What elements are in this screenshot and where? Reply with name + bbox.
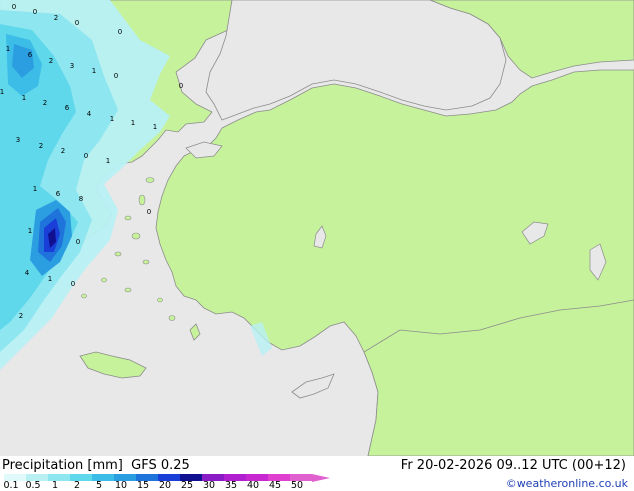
precip-value: 1 [33,185,37,193]
precip-value: 2 [19,312,23,320]
precip-value: 1 [48,275,52,283]
precip-value: 1 [6,45,10,53]
precip-value: 1 [110,115,114,123]
precip-value: 2 [54,14,58,22]
precip-value: 3 [70,62,74,70]
precip-value: 1 [131,119,135,127]
precip-value: 0 [71,280,75,288]
credit-link[interactable]: ©weatheronline.co.uk [506,477,628,490]
precip-value: 0 [179,82,183,90]
precip-value: 1 [22,94,26,102]
precip-value: 1 [153,123,157,131]
map-title: Precipitation [mm] GFS 0.25 [2,458,190,473]
precip-value: 0 [33,8,37,16]
precip-value: 0 [114,72,118,80]
precip-value: 1 [92,67,96,75]
valid-time: Fr 20-02-2026 09..12 UTC (00+12) [400,458,626,473]
precip-value: 4 [87,110,92,118]
precip-value: 2 [39,142,43,150]
precip-value: 2 [49,57,53,65]
precip-value: 1 [28,227,32,235]
precip-value: 6 [65,104,70,112]
precip-value: 0 [12,3,16,11]
precip-value: 0 [147,208,151,216]
precip-value: 2 [43,99,47,107]
precip-value: 6 [28,51,33,59]
precip-value: 1 [0,88,4,96]
precipitation-map: 002001623100112641 1 1322011680014102 [0,0,634,456]
precip-value: 0 [76,238,80,246]
precip-value: 0 [84,152,88,160]
precip-value: 0 [75,19,79,27]
precip-value: 1 [106,157,110,165]
footer: Precipitation [mm] GFS 0.25 Fr 20-02-202… [0,456,634,491]
precip-value: 6 [56,190,61,198]
precip-value: 0 [118,28,122,36]
precip-value: 4 [25,269,30,277]
precip-value: 8 [79,195,83,203]
precip-value: 2 [61,147,65,155]
precip-value: 3 [16,136,20,144]
